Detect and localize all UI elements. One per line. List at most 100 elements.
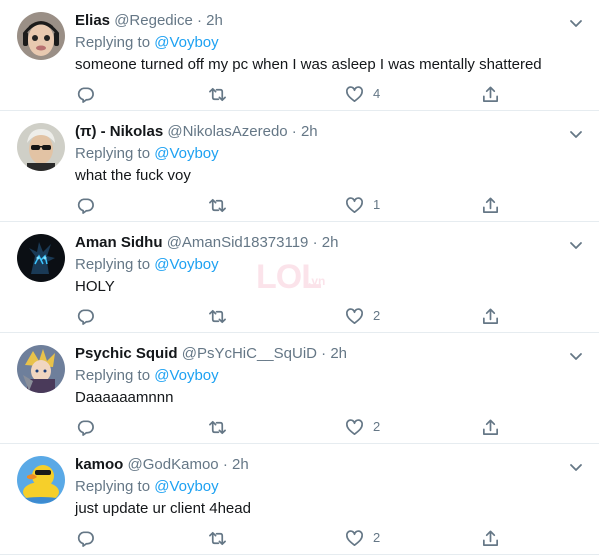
separator-dot: · [196,12,202,29]
heart-icon [346,418,363,435]
tweet-text: HOLY [75,278,115,295]
separator-dot: · [222,456,228,473]
like-count: 2 [373,419,381,434]
tweet[interactable]: Aman Sidhu @AmanSid18373119 · 2h Replyin… [0,222,599,333]
tweet-text: someone turned off my pc when I was asle… [75,56,542,73]
timestamp[interactable]: 2h [330,345,347,362]
chevron-down-icon[interactable] [567,236,585,254]
mention-link[interactable]: @Voyboy [154,34,218,51]
share-icon [482,530,499,546]
like-button[interactable]: 2 [345,528,380,548]
avatar[interactable] [17,345,65,393]
share-button[interactable] [481,528,500,548]
tweet-header: Elias @Regedice · 2h [75,11,223,31]
reply-icon [77,419,94,436]
retweet-button[interactable] [208,417,227,437]
separator-dot: · [312,234,318,251]
reply-button[interactable] [76,195,95,215]
reply-icon [77,86,94,103]
share-icon [482,308,499,324]
like-button[interactable]: 2 [345,306,380,326]
tweet-header: kamoo @GodKamoo · 2h [75,455,249,475]
reply-icon [77,530,94,547]
retweet-button[interactable] [208,306,227,326]
avatar-nikolas-image [17,123,65,171]
avatar[interactable] [17,234,65,282]
mention-link[interactable]: @Voyboy [154,367,218,384]
tweet-text: just update ur client 4head [75,500,251,517]
tweet[interactable]: Psychic Squid @PsYcHiC__SqUiD · 2h Reply… [0,333,599,444]
share-button[interactable] [481,84,500,104]
heart-icon [346,85,363,102]
retweet-icon [209,531,226,545]
display-name[interactable]: Aman Sidhu [75,234,163,251]
user-handle[interactable]: @Regedice [114,12,193,29]
mention-link[interactable]: @Voyboy [154,478,218,495]
avatar-aman-image [17,234,65,282]
replying-label: Replying to [75,256,151,273]
mention-link[interactable]: @Voyboy [154,256,218,273]
share-button[interactable] [481,417,500,437]
like-count: 1 [373,197,381,212]
like-button[interactable]: 1 [345,195,380,215]
mention-link[interactable]: @Voyboy [154,145,218,162]
user-handle[interactable]: @GodKamoo [128,456,219,473]
replying-label: Replying to [75,145,151,162]
chevron-down-icon[interactable] [567,458,585,476]
user-handle[interactable]: @PsYcHiC__SqUiD [182,345,317,362]
replying-label: Replying to [75,34,151,51]
tweet[interactable]: Elias @Regedice · 2h Replying to @Voyboy… [0,0,599,111]
timestamp[interactable]: 2h [206,12,223,29]
timestamp[interactable]: 2h [322,234,339,251]
display-name[interactable]: Psychic Squid [75,345,178,362]
avatar[interactable] [17,123,65,171]
user-handle[interactable]: @NikolasAzeredo [167,123,287,140]
reply-button[interactable] [76,528,95,548]
share-button[interactable] [481,306,500,326]
like-count: 2 [373,530,381,545]
retweet-button[interactable] [208,84,227,104]
replying-label: Replying to [75,367,151,384]
tweet[interactable]: kamoo @GodKamoo · 2h Replying to @Voyboy… [0,444,599,555]
replying-to: Replying to @Voyboy [75,144,219,164]
like-count: 2 [373,308,381,323]
replying-to: Replying to @Voyboy [75,366,219,386]
reply-button[interactable] [76,306,95,326]
chevron-down-icon[interactable] [567,347,585,365]
reply-feed: Elias @Regedice · 2h Replying to @Voyboy… [0,0,599,556]
like-count: 4 [373,86,381,101]
avatar[interactable] [17,12,65,60]
like-button[interactable]: 4 [345,84,380,104]
heart-icon [346,307,363,324]
tweet-text: Daaaaaamnnn [75,389,174,406]
retweet-icon [209,198,226,212]
avatar-elias-image [17,12,65,60]
retweet-button[interactable] [208,528,227,548]
reply-button[interactable] [76,84,95,104]
user-handle[interactable]: @AmanSid18373119 [167,234,309,251]
like-button[interactable]: 2 [345,417,380,437]
tweet-header: (π) - Nikolas @NikolasAzeredo · 2h [75,122,318,142]
display-name[interactable]: Elias [75,12,110,29]
replying-to: Replying to @Voyboy [75,255,219,275]
reply-button[interactable] [76,417,95,437]
avatar[interactable] [17,456,65,504]
share-button[interactable] [481,195,500,215]
avatar-kamoo-image [17,456,65,504]
separator-dot: · [291,123,297,140]
share-icon [482,197,499,213]
chevron-down-icon[interactable] [567,125,585,143]
heart-icon [346,196,363,213]
retweet-button[interactable] [208,195,227,215]
reply-icon [77,197,94,214]
timestamp[interactable]: 2h [232,456,249,473]
separator-dot: · [321,345,327,362]
replying-to: Replying to @Voyboy [75,33,219,53]
chevron-down-icon[interactable] [567,14,585,32]
timestamp[interactable]: 2h [301,123,318,140]
tweet[interactable]: (π) - Nikolas @NikolasAzeredo · 2h Reply… [0,111,599,222]
display-name[interactable]: (π) - Nikolas [75,123,163,140]
avatar-psychic-squid-image [17,345,65,393]
replying-to: Replying to @Voyboy [75,477,219,497]
display-name[interactable]: kamoo [75,456,123,473]
